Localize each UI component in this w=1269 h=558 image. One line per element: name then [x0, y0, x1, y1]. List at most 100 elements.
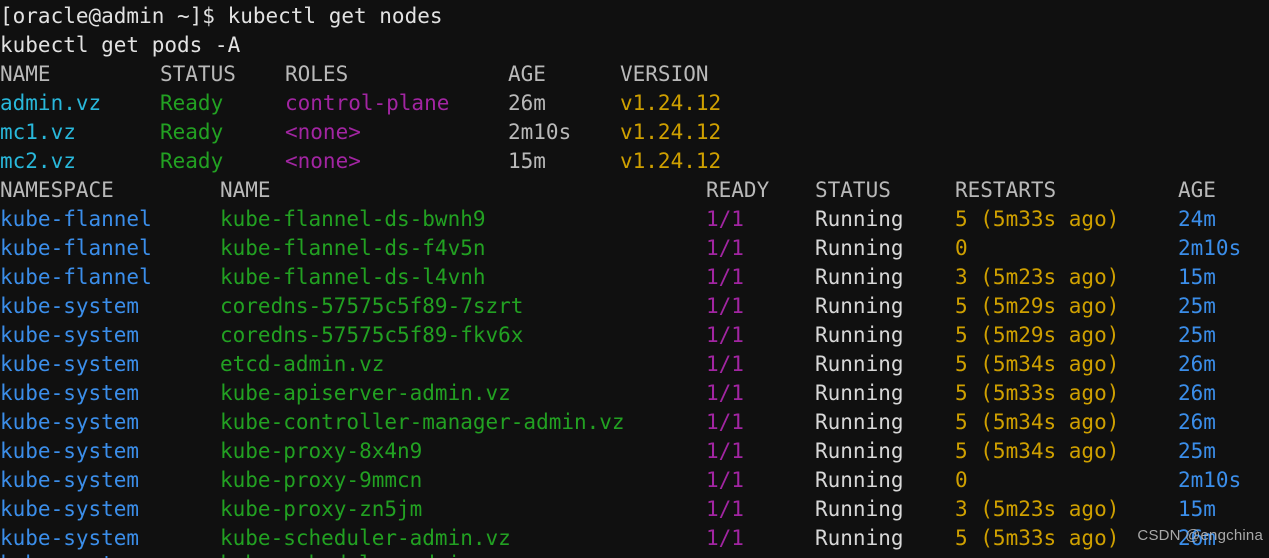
prompt-line-1: [oracle@admin ~]$ kubectl get nodes — [0, 2, 1269, 31]
scrolled-line-bottom: kube-system kube-scheduler-admin.vz — [0, 550, 1269, 558]
node-age: 15m — [508, 149, 546, 173]
pod-name: kube-controller-manager-admin.vz — [220, 410, 625, 434]
pod-name: kube-proxy-zn5jm — [220, 497, 423, 521]
table-row: kube-system coredns-57575c5f89-fkv6x 1/1… — [0, 321, 1269, 350]
pod-age: 15m — [1178, 497, 1216, 521]
pod-restarts: 5 (5m29s ago) — [955, 323, 1120, 347]
pod-namespace: kube-system — [0, 497, 140, 521]
pod-namespace: kube-flannel — [0, 207, 152, 231]
node-name: admin.vz — [0, 91, 102, 115]
nodes-header-version: VERSION — [620, 62, 709, 86]
partial-pod-namespace: kube-system — [0, 550, 139, 558]
table-row: kube-system kube-proxy-8x4n9 1/1 Running… — [0, 437, 1269, 466]
pod-status: Running — [815, 468, 904, 492]
pod-namespace: kube-system — [0, 439, 140, 463]
pod-age: 26m — [1178, 381, 1216, 405]
table-row: mc1.vz Ready <none> 2m10s v1.24.12 — [0, 118, 1269, 147]
node-name: mc1.vz — [0, 120, 76, 144]
pod-restarts: 5 (5m34s ago) — [955, 410, 1120, 434]
pod-name: coredns-57575c5f89-fkv6x — [220, 323, 524, 347]
pod-ready: 1/1 — [706, 265, 744, 289]
pod-restarts: 0 — [955, 236, 968, 260]
pod-name: kube-proxy-8x4n9 — [220, 439, 423, 463]
table-row: kube-system kube-controller-manager-admi… — [0, 408, 1269, 437]
prompt-command-nodes: [oracle@admin ~]$ kubectl get nodes — [0, 4, 443, 28]
pod-status: Running — [815, 381, 904, 405]
pod-ready: 1/1 — [706, 497, 744, 521]
pod-ready: 1/1 — [706, 352, 744, 376]
pod-age: 24m — [1178, 207, 1216, 231]
pod-ready: 1/1 — [706, 439, 744, 463]
table-row: kube-system kube-apiserver-admin.vz 1/1 … — [0, 379, 1269, 408]
prompt-line-2: kubectl get pods -A — [0, 31, 1269, 60]
table-row: kube-flannel kube-flannel-ds-l4vnh 1/1 R… — [0, 263, 1269, 292]
node-version: v1.24.12 — [620, 91, 722, 115]
pod-age: 15m — [1178, 265, 1216, 289]
pod-status: Running — [815, 207, 904, 231]
table-row: kube-system etcd-admin.vz 1/1 Running 5 … — [0, 350, 1269, 379]
node-status: Ready — [160, 91, 224, 115]
pod-restarts: 0 — [955, 468, 968, 492]
pod-ready: 1/1 — [706, 526, 744, 550]
node-status: Ready — [160, 120, 224, 144]
pod-namespace: kube-system — [0, 381, 140, 405]
pod-name: kube-proxy-9mmcn — [220, 468, 423, 492]
node-age: 26m — [508, 91, 546, 115]
pod-namespace: kube-system — [0, 294, 140, 318]
pod-age: 2m10s — [1178, 236, 1242, 260]
table-row: kube-system coredns-57575c5f89-7szrt 1/1… — [0, 292, 1269, 321]
pod-ready: 1/1 — [706, 236, 744, 260]
pod-name: kube-flannel-ds-f4v5n — [220, 236, 486, 260]
table-row: kube-flannel kube-flannel-ds-bwnh9 1/1 R… — [0, 205, 1269, 234]
node-roles: <none> — [285, 120, 361, 144]
pod-restarts: 5 (5m29s ago) — [955, 294, 1120, 318]
table-row: admin.vz Ready control-plane 26m v1.24.1… — [0, 89, 1269, 118]
pod-restarts: 5 (5m33s ago) — [955, 381, 1120, 405]
pod-status: Running — [815, 410, 904, 434]
pod-name: etcd-admin.vz — [220, 352, 385, 376]
nodes-header-status: STATUS — [160, 62, 236, 86]
pod-age: 25m — [1178, 439, 1216, 463]
table-row: mc2.vz Ready <none> 15m v1.24.12 — [0, 147, 1269, 176]
pod-namespace: kube-system — [0, 410, 140, 434]
pod-namespace: kube-system — [0, 468, 140, 492]
pod-status: Running — [815, 439, 904, 463]
node-status: Ready — [160, 149, 224, 173]
pod-namespace: kube-flannel — [0, 265, 152, 289]
pod-namespace: kube-system — [0, 526, 140, 550]
node-roles: control-plane — [285, 91, 450, 115]
pod-ready: 1/1 — [706, 323, 744, 347]
table-row: kube-system kube-proxy-9mmcn 1/1 Running… — [0, 466, 1269, 495]
pod-status: Running — [815, 526, 904, 550]
pod-name: kube-apiserver-admin.vz — [220, 381, 511, 405]
pod-restarts: 3 (5m23s ago) — [955, 265, 1120, 289]
pod-age: 2m10s — [1178, 468, 1242, 492]
pod-restarts: 5 (5m34s ago) — [955, 352, 1120, 376]
table-row: kube-system kube-scheduler-admin.vz 1/1 … — [0, 524, 1269, 553]
nodes-header-age: AGE — [508, 62, 546, 86]
table-row: kube-flannel kube-flannel-ds-f4v5n 1/1 R… — [0, 234, 1269, 263]
partial-pod-name: kube-scheduler-admin.vz — [220, 550, 511, 558]
nodes-table-header: NAME STATUS ROLES AGE VERSION — [0, 60, 1269, 89]
terminal-window[interactable]: [oracle@admin ~]$ kubectl get nodes kube… — [0, 0, 1269, 558]
pods-header-name: NAME — [220, 178, 271, 202]
pod-ready: 1/1 — [706, 410, 744, 434]
pod-status: Running — [815, 497, 904, 521]
pod-ready: 1/1 — [706, 207, 744, 231]
pod-name: kube-scheduler-admin.vz — [220, 526, 511, 550]
pods-header-ready: READY — [706, 178, 770, 202]
pod-age: 26m — [1178, 526, 1216, 550]
pod-ready: 1/1 — [706, 468, 744, 492]
pod-name: kube-flannel-ds-l4vnh — [220, 265, 486, 289]
pod-restarts: 5 (5m34s ago) — [955, 439, 1120, 463]
pod-name: kube-flannel-ds-bwnh9 — [220, 207, 486, 231]
pod-age: 25m — [1178, 323, 1216, 347]
pod-restarts: 5 (5m33s ago) — [955, 526, 1120, 550]
pod-status: Running — [815, 236, 904, 260]
pod-age: 25m — [1178, 294, 1216, 318]
pod-age: 26m — [1178, 352, 1216, 376]
pod-status: Running — [815, 265, 904, 289]
pod-namespace: kube-system — [0, 352, 140, 376]
pod-namespace: kube-flannel — [0, 236, 152, 260]
pod-status: Running — [815, 323, 904, 347]
